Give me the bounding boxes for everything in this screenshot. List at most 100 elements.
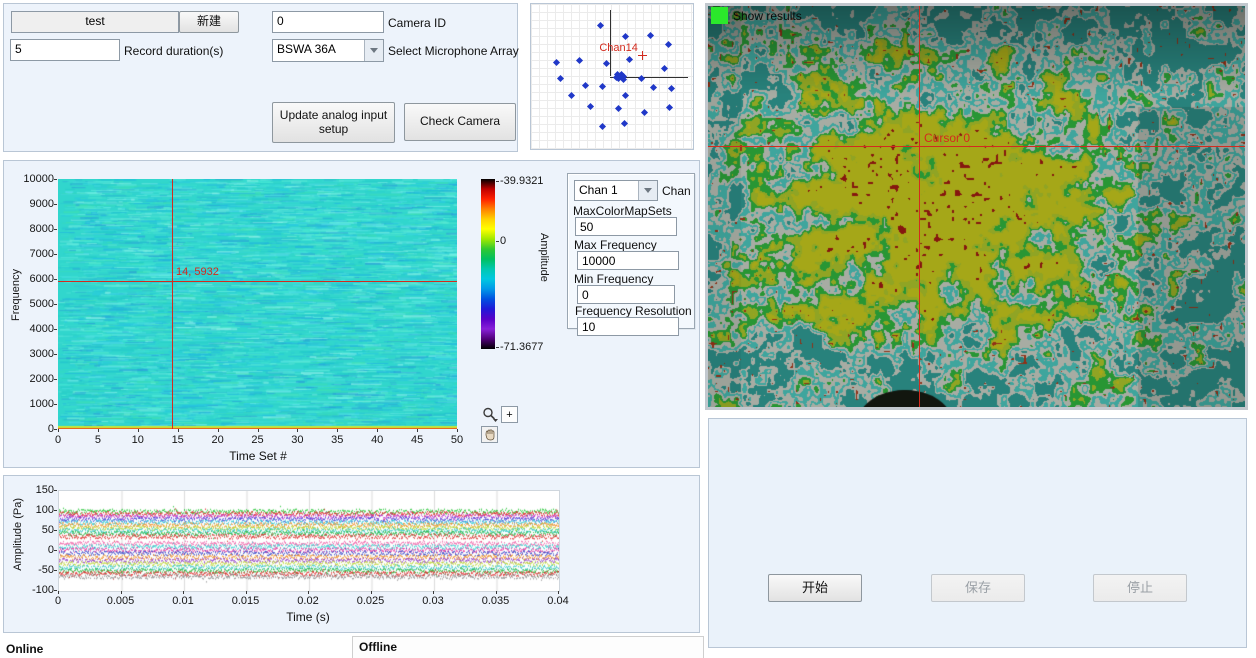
tick-label: -50 — [4, 564, 54, 576]
tick-label: 35 — [317, 434, 357, 446]
channel-selected-value: Chan 1 — [575, 181, 638, 200]
mic-point — [599, 83, 606, 90]
record-duration-input[interactable]: 5 — [10, 39, 120, 61]
update-analog-input-button[interactable]: Update analog input setup — [272, 102, 395, 143]
camera-cursor-vline[interactable] — [919, 6, 920, 407]
spectrogram-cursor-hline[interactable] — [58, 281, 457, 282]
waveform-panel: Amplitude (Pa) Time (s) 150100500-50-100… — [3, 475, 700, 633]
mic-point — [622, 92, 629, 99]
chevron-down-icon[interactable] — [638, 181, 657, 200]
colorbar-max-value: -39.9321 — [500, 175, 543, 187]
tick-label: 45 — [397, 434, 437, 446]
spectrogram-canvas[interactable] — [58, 179, 457, 429]
camera-id-label: Camera ID — [388, 16, 446, 30]
mic-point — [587, 103, 594, 110]
mic-point — [637, 75, 644, 82]
channel-select[interactable]: Chan 1 — [574, 180, 658, 201]
maxcolormapsets-input[interactable]: 50 — [575, 217, 677, 236]
tick-label: 50 — [4, 524, 54, 536]
tick-label: 2000 — [4, 373, 54, 385]
tick-label: 25 — [238, 434, 278, 446]
tick-label: 5 — [78, 434, 118, 446]
mic-array-label: Select Microphone Array — [388, 44, 519, 58]
tick-label: 3000 — [4, 348, 54, 360]
mic-point — [553, 59, 560, 66]
tick-label: 40 — [357, 434, 397, 446]
record-duration-label: Record duration(s) — [124, 44, 223, 58]
frequency-resolution-input[interactable]: 10 — [577, 317, 679, 336]
mic-point — [625, 56, 632, 63]
new-session-button[interactable]: 新建 — [179, 11, 239, 33]
spectrogram-cursor-label: 14, 5932 — [176, 266, 219, 278]
session-name-input[interactable]: test — [11, 11, 179, 33]
tick-label: 1000 — [4, 398, 54, 410]
spectrogram-cursor-vline[interactable] — [172, 179, 173, 429]
pan-hand-tool-icon[interactable] — [481, 426, 498, 443]
tick-label: 0.005 — [101, 595, 141, 607]
tick-label: 0.02 — [288, 595, 328, 607]
tick-label: 0 — [38, 434, 78, 446]
zoom-tool-icon[interactable] — [481, 406, 499, 423]
maxcolormapsets-label: MaxColorMapSets — [573, 204, 672, 218]
max-frequency-input[interactable]: 10000 — [577, 251, 679, 270]
mic-array-select[interactable]: BSWA 36A — [272, 39, 384, 62]
chevron-down-icon[interactable] — [364, 40, 383, 61]
mic-point — [641, 109, 648, 116]
mic-point — [622, 33, 629, 40]
mic-point — [597, 22, 604, 29]
check-camera-button[interactable]: Check Camera — [404, 103, 516, 141]
mic-point — [576, 57, 583, 64]
action-panel: 开始 保存 停止 — [708, 418, 1247, 648]
camera-image-frame: Show results Cursor 0 — [705, 3, 1248, 410]
tick-label: 100 — [4, 504, 54, 516]
mic-point — [668, 84, 675, 91]
tick-label: 0 — [4, 544, 54, 556]
tick-label: 8000 — [4, 223, 54, 235]
spectrogram-xlabel: Time Set # — [218, 449, 298, 463]
offline-status-label: Offline — [359, 640, 397, 654]
online-status-label: Online — [6, 642, 43, 656]
mic-point — [582, 82, 589, 89]
show-results-led[interactable] — [711, 7, 728, 24]
tick-label: 5000 — [4, 298, 54, 310]
spectrogram-panel: Frequency 14, 5932 Time Set # -39.9321 0… — [3, 160, 700, 468]
stop-button[interactable]: 停止 — [1093, 574, 1187, 602]
frequency-resolution-label: Frequency Resolution — [575, 304, 692, 318]
tick-label: 30 — [277, 434, 317, 446]
min-frequency-input[interactable]: 0 — [577, 285, 675, 304]
tick-label: 10000 — [4, 173, 54, 185]
mic-point — [557, 75, 564, 82]
camera-cursor-label: Cursor 0 — [924, 131, 970, 145]
channel-label: Chan — [662, 184, 691, 198]
waveform-xlabel: Time (s) — [258, 610, 358, 624]
tick-label: 0.01 — [163, 595, 203, 607]
camera-cursor-hline[interactable] — [708, 146, 1245, 147]
colorbar-zero-value: 0 — [500, 235, 506, 247]
mic-point — [666, 104, 673, 111]
mic-point — [661, 65, 668, 72]
acoustic-camera-image[interactable] — [708, 6, 1245, 407]
show-results-label: Show results — [733, 9, 802, 23]
tick-label: 6000 — [4, 273, 54, 285]
tick-label: 9000 — [4, 198, 54, 210]
mic-array-plot[interactable]: Chan14 — [530, 3, 694, 150]
start-button[interactable]: 开始 — [768, 574, 862, 602]
mic-point — [665, 41, 672, 48]
crosshair-tool-icon[interactable]: + — [501, 406, 518, 423]
tick-label: 0.035 — [476, 595, 516, 607]
tick-label: 10 — [118, 434, 158, 446]
mic-point — [599, 123, 606, 130]
mic-point — [647, 32, 654, 39]
analysis-controls-cluster: Chan 1 Chan MaxColorMapSets 50 Max Frequ… — [567, 173, 695, 329]
camera-id-input[interactable]: 0 — [272, 11, 384, 33]
save-button[interactable]: 保存 — [931, 574, 1025, 602]
tick-label: 150 — [4, 484, 54, 496]
tick-label: 20 — [198, 434, 238, 446]
mic-point — [615, 105, 622, 112]
tick-label: 0.025 — [351, 595, 391, 607]
setup-panel: test 新建 5 Record duration(s) 0 Camera ID… — [3, 3, 518, 152]
colorbar — [481, 179, 495, 349]
waveform-canvas[interactable] — [58, 490, 560, 592]
offline-tab-strip: Offline — [352, 636, 704, 658]
mic-array-selected-value: BSWA 36A — [273, 40, 364, 61]
